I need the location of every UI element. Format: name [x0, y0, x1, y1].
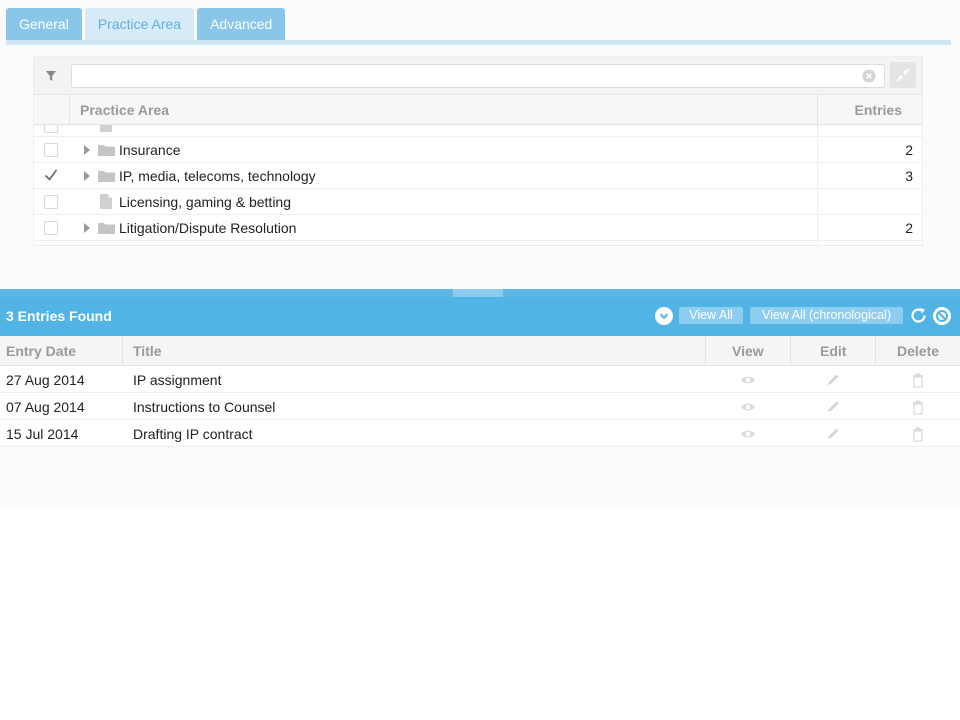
column-divider — [817, 215, 818, 241]
tab-bar: General Practice Area Advanced — [6, 8, 286, 40]
tab-underline — [6, 40, 951, 45]
row-checkbox[interactable] — [44, 221, 58, 235]
trash-icon[interactable] — [910, 372, 926, 388]
practice-area-label: Licensing, gaming & betting — [119, 194, 291, 210]
expand-arrow-icon[interactable] — [84, 145, 90, 155]
filter-input[interactable] — [71, 64, 885, 88]
practice-area-label: IP, media, telecoms, technology — [119, 168, 316, 184]
view-all-chronological-button[interactable]: View All (chronological) — [750, 307, 903, 324]
eye-icon[interactable] — [740, 426, 756, 442]
column-divider — [875, 336, 876, 366]
entry-date: 15 Jul 2014 — [6, 426, 79, 442]
entry-title[interactable]: Instructions to Counsel — [133, 399, 275, 415]
entries-count: 2 — [905, 220, 913, 236]
entries-count: 3 — [905, 168, 913, 184]
column-header-delete: Delete — [897, 343, 940, 359]
folder-icon — [98, 171, 115, 182]
clear-icon[interactable] — [862, 69, 876, 83]
entry-date: 27 Aug 2014 — [6, 372, 85, 388]
splitter-handle[interactable] — [453, 289, 503, 297]
row-checkbox[interactable] — [44, 125, 58, 133]
trash-icon[interactable] — [910, 399, 926, 415]
results-count-title: 3 Entries Found — [6, 308, 112, 324]
column-header-entry-date[interactable]: Entry Date — [6, 343, 76, 359]
expand-arrow-icon[interactable] — [84, 171, 90, 181]
column-header-edit: Edit — [820, 343, 847, 359]
practice-area-panel: Practice Area Entries Insurance 2 IP, me… — [33, 56, 923, 246]
column-divider — [817, 137, 818, 163]
column-divider — [817, 125, 818, 136]
row-checkbox[interactable] — [44, 143, 58, 157]
entry-title[interactable]: Drafting IP contract — [133, 426, 253, 442]
column-header-practice-area[interactable]: Practice Area — [80, 102, 169, 118]
refresh-icon[interactable] — [909, 306, 928, 325]
list-item-partial — [34, 125, 922, 137]
eye-icon[interactable] — [740, 372, 756, 388]
column-header-title[interactable]: Title — [133, 343, 162, 359]
filter-icon[interactable] — [43, 68, 59, 84]
folder-icon — [98, 223, 115, 234]
list-item[interactable]: IP, media, telecoms, technology 3 — [34, 163, 922, 189]
document-icon — [100, 194, 112, 209]
column-divider — [790, 336, 791, 366]
list-item[interactable]: Licensing, gaming & betting — [34, 189, 922, 215]
tab-advanced[interactable]: Advanced — [197, 8, 286, 40]
column-divider — [817, 241, 818, 245]
pencil-icon[interactable] — [825, 399, 841, 415]
document-icon — [100, 125, 112, 132]
column-divider — [817, 163, 818, 189]
practice-area-label: Litigation/Dispute Resolution — [119, 220, 297, 236]
column-header-view: View — [732, 343, 764, 359]
folder-icon — [98, 145, 115, 156]
cancel-icon[interactable] — [933, 307, 951, 325]
table-row[interactable]: 15 Jul 2014 Drafting IP contract — [0, 420, 960, 447]
column-divider — [705, 336, 706, 366]
cancel-glyph — [936, 310, 948, 322]
entry-date: 07 Aug 2014 — [6, 399, 85, 415]
expand-arrow-icon[interactable] — [84, 223, 90, 233]
tab-practice-area[interactable]: Practice Area — [84, 8, 195, 40]
column-divider — [122, 336, 123, 366]
chevron-down-icon[interactable] — [655, 307, 673, 325]
pencil-icon[interactable] — [825, 426, 841, 442]
practice-area-header: Practice Area Entries — [34, 95, 922, 125]
collapse-arrows-icon — [896, 68, 910, 82]
practice-area-list: Insurance 2 IP, media, telecoms, technol… — [34, 125, 922, 245]
tab-general[interactable]: General — [6, 8, 82, 40]
collapse-button[interactable] — [890, 62, 916, 88]
column-divider — [69, 95, 70, 125]
chevron-glyph — [659, 313, 669, 320]
entries-count: 2 — [905, 142, 913, 158]
trash-icon[interactable] — [910, 426, 926, 442]
view-all-button[interactable]: View All — [679, 307, 743, 324]
eye-icon[interactable] — [740, 399, 756, 415]
list-item[interactable]: Insurance 2 — [34, 137, 922, 163]
list-item[interactable]: Litigation/Dispute Resolution 2 — [34, 215, 922, 241]
table-row[interactable]: 07 Aug 2014 Instructions to Counsel — [0, 393, 960, 420]
checkmark-icon[interactable] — [43, 167, 59, 183]
results-toolbar: 3 Entries Found View All View All (chron… — [0, 297, 960, 336]
pencil-icon[interactable] — [825, 372, 841, 388]
filter-bar — [34, 57, 922, 95]
row-checkbox[interactable] — [44, 195, 58, 209]
column-divider — [817, 189, 818, 215]
list-item-partial — [34, 241, 922, 245]
entry-title[interactable]: IP assignment — [133, 372, 221, 388]
top-area: General Practice Area Advanced Practice … — [0, 0, 960, 290]
column-divider — [817, 95, 818, 125]
table-row[interactable]: 27 Aug 2014 IP assignment — [0, 366, 960, 393]
column-header-entries[interactable]: Entries — [855, 102, 902, 118]
results-table-header: Entry Date Title View Edit Delete — [0, 336, 960, 366]
practice-area-label: Insurance — [119, 142, 181, 158]
results-table: Entry Date Title View Edit Delete 27 Aug… — [0, 336, 960, 506]
